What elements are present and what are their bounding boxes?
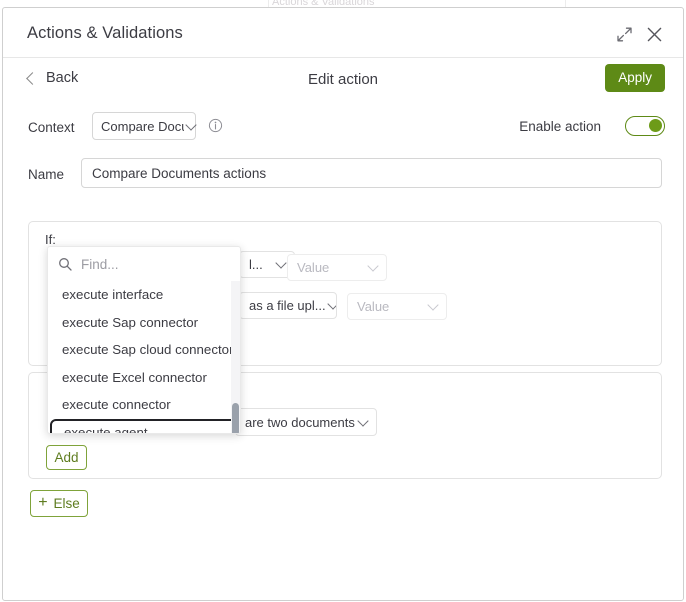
context-select[interactable]: Compare Docu [92,112,197,140]
dropdown-item[interactable]: execute interface [48,281,240,309]
chevron-down-icon [185,118,197,131]
if-row1-value-select[interactable]: Value [287,254,387,281]
if-row2-type-value: as a file upl... [249,298,326,313]
enable-action-toggle[interactable] [625,116,665,136]
else-button[interactable]: + Else [30,490,88,517]
info-icon[interactable] [208,118,223,133]
plus-icon: + [38,493,48,511]
if-row1-type-value: l... [249,257,263,272]
chevron-down-icon [367,260,379,272]
actions-validations-modal: Actions & Validations Back Edit action A… [2,7,684,601]
context-row: Context Compare Docu Enable action [3,112,683,150]
if-label: If: [45,232,56,247]
modal-header: Actions & Validations [3,8,683,58]
dropdown-scrollbar-track[interactable] [231,281,240,433]
toggle-knob [649,119,662,132]
dropdown-scrollbar-thumb[interactable] [232,403,239,433]
modal-title: Actions & Validations [27,24,183,42]
page-title: Edit action [307,71,379,88]
context-select-value: Compare Docu [101,118,184,134]
dropdown-item[interactable]: execute Sap cloud connector [48,336,240,364]
enable-action-label: Enable action [519,119,601,134]
dropdown-item[interactable]: execute Sap connector [48,309,240,337]
chevron-down-icon [357,414,369,427]
chevron-down-icon [275,257,287,269]
dropdown-item-list: execute interface execute Sap connector ex… [48,281,240,433]
close-icon[interactable] [646,26,663,43]
if-row1-value-placeholder: Value [297,260,330,275]
if-row2-value-select[interactable]: Value [347,293,447,320]
expand-icon[interactable] [616,26,633,43]
action-type-dropdown[interactable]: execute interfaceexecute Sap connectorex… [47,246,241,434]
chevron-down-icon [427,299,439,311]
apply-button[interactable]: Apply [605,64,665,92]
dropdown-item[interactable]: execute agent [50,418,238,433]
name-row: Name [3,158,683,194]
context-label: Context [28,120,75,135]
then-action-select[interactable]: are two documents [235,408,377,436]
dropdown-search-input[interactable] [79,255,223,273]
add-button[interactable]: Add [46,445,87,470]
dropdown-item[interactable]: execute Excel connector [48,364,240,392]
name-input[interactable] [81,158,662,188]
dropdown-search-row [48,247,240,281]
name-label: Name [28,167,65,182]
if-row2-value-placeholder: Value [357,299,390,314]
else-button-label: Else [53,496,80,511]
chevron-down-icon [326,298,336,310]
if-row2-type-select[interactable]: as a file upl... [239,292,337,319]
dropdown-item[interactable]: execute connector [48,391,240,419]
then-action-value: are two documents [245,414,355,430]
search-icon [58,257,72,271]
sub-header: Back Edit action Apply [3,58,683,104]
